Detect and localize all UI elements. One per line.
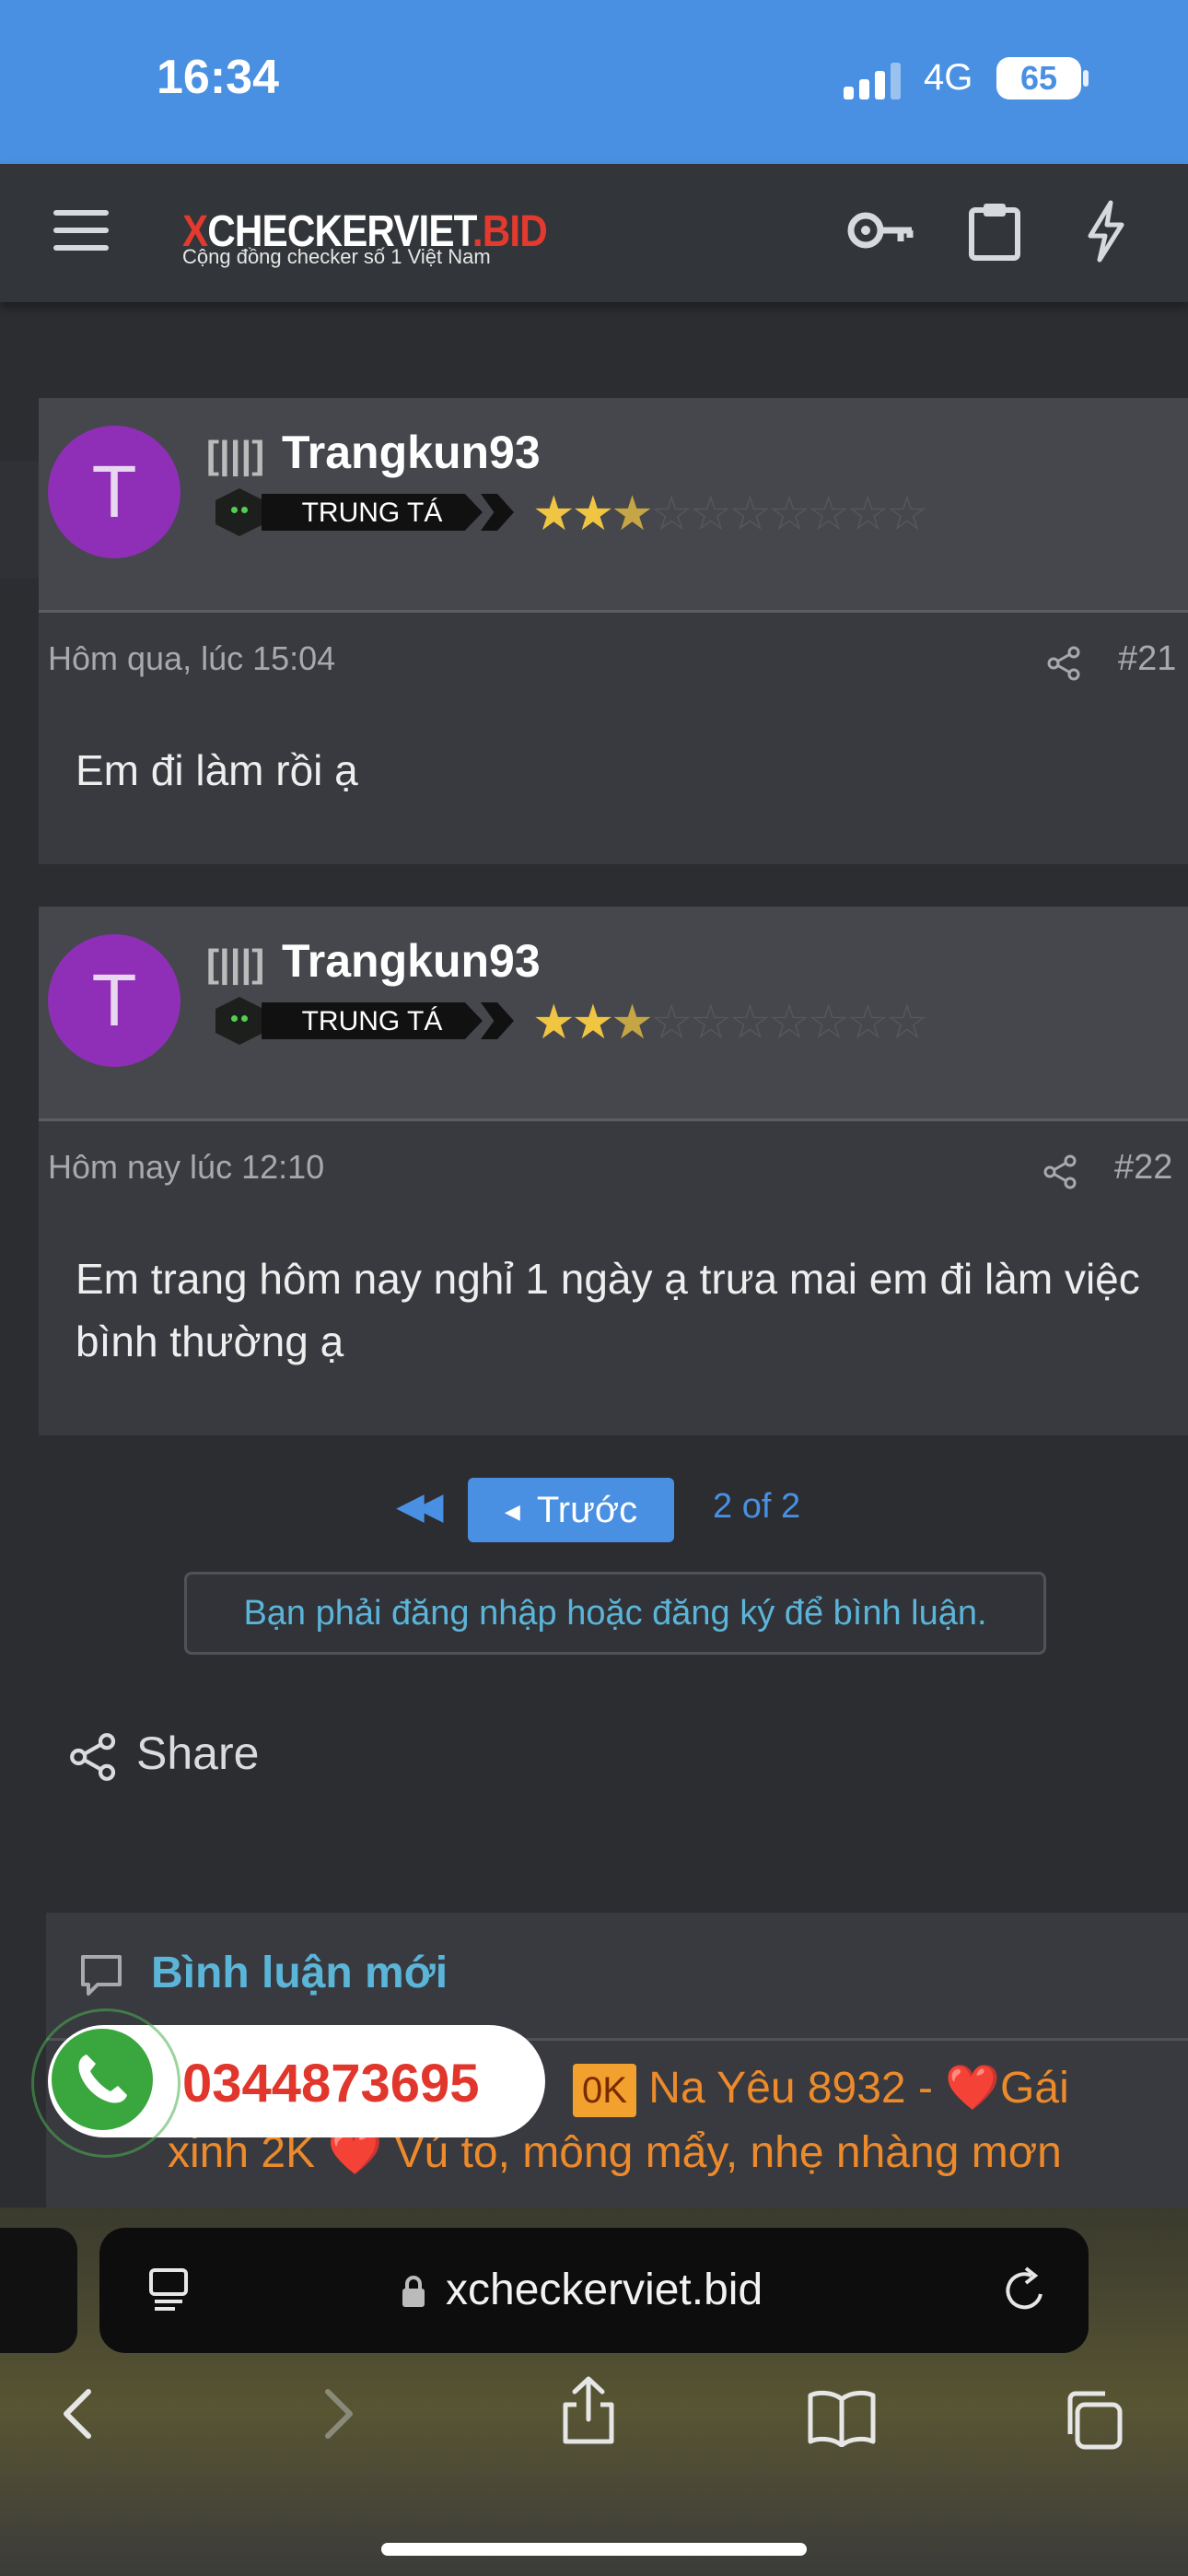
page-indicator[interactable]: 2 of 2	[713, 1487, 800, 1527]
post-22: T [|||] Trangkun93 TRUNG TÁ ★★★☆☆☆☆☆☆☆ H…	[39, 907, 1188, 1435]
post-number[interactable]: #22	[1114, 1148, 1172, 1188]
post-header: T [|||] Trangkun93 TRUNG TÁ ★★★☆☆☆☆☆☆☆	[39, 398, 1188, 613]
username[interactable]: Trangkun93	[282, 426, 541, 479]
post-body: Em trang hôm nay nghỉ 1 ngày ạ trưa mai …	[76, 1255, 1140, 1365]
share-icon[interactable]	[1042, 1153, 1079, 1190]
share-button[interactable]: Share	[68, 1727, 259, 1783]
post-header: T [|||] Trangkun93 TRUNG TÁ ★★★☆☆☆☆☆☆☆	[39, 907, 1188, 1121]
lock-icon	[402, 2276, 425, 2307]
home-indicator[interactable]	[381, 2543, 807, 2556]
username[interactable]: Trangkun93	[282, 934, 541, 988]
battery-level: 65	[996, 57, 1081, 100]
rank-label: TRUNG TÁ	[262, 494, 483, 531]
rank-label: TRUNG TÁ	[262, 1002, 483, 1039]
price-tag: 0K	[573, 2064, 636, 2118]
rank-emblem-icon	[215, 488, 263, 536]
bolt-icon[interactable]	[1085, 199, 1127, 263]
post-timestamp[interactable]: Hôm qua, lúc 15:04	[48, 639, 335, 678]
rank-emblem-icon	[215, 997, 263, 1045]
url-text[interactable]: xcheckerviet.bid	[446, 2265, 763, 2315]
rating-stars: ★★★☆☆☆☆☆☆☆	[532, 487, 928, 541]
reload-icon[interactable]	[1000, 2263, 1052, 2318]
rank-badge: TRUNG TÁ	[215, 997, 525, 1045]
user-banner-icon: [|||]	[206, 433, 265, 476]
prev-tab-preview[interactable]	[0, 2228, 77, 2353]
first-page-icon[interactable]: ◀◀	[396, 1485, 443, 1528]
tabs-icon[interactable]	[1059, 2386, 1125, 2453]
share-sheet-icon[interactable]	[556, 2373, 621, 2447]
signal-icon	[844, 63, 901, 100]
new-comments-header: Bình luận mới	[46, 1913, 1188, 2041]
battery-tip	[1083, 70, 1089, 87]
new-comments-title[interactable]: Bình luận mới	[151, 1948, 448, 1998]
share-icon	[70, 1732, 116, 1781]
share-icon[interactable]	[1046, 645, 1083, 682]
rank-badge: TRUNG TÁ	[215, 488, 525, 536]
prev-page-button[interactable]: ◀ Trước	[468, 1478, 674, 1542]
login-notice[interactable]: Bạn phải đăng nhập hoặc đăng ký để bình …	[184, 1572, 1046, 1655]
avatar[interactable]: T	[48, 426, 181, 558]
rating-stars: ★★★☆☆☆☆☆☆☆	[532, 996, 928, 1049]
bookmarks-icon[interactable]	[805, 2388, 879, 2447]
hamburger-menu-icon[interactable]	[53, 210, 109, 251]
heart-icon: ❤️	[945, 2064, 1001, 2113]
user-banner-icon: [|||]	[206, 942, 265, 985]
network-type: 4G	[924, 57, 973, 98]
reader-icon[interactable]	[146, 2265, 192, 2316]
phone-number[interactable]: 0344873695	[182, 2053, 480, 2114]
post-timestamp[interactable]: Hôm nay lúc 12:10	[48, 1148, 324, 1187]
caret-left-icon: ◀	[504, 1500, 520, 1524]
rank-chevron-icon	[481, 1002, 514, 1039]
page-edge	[0, 461, 39, 579]
key-icon[interactable]	[845, 205, 917, 256]
post-21: T [|||] Trangkun93 TRUNG TÁ ★★★☆☆☆☆☆☆☆ H…	[39, 398, 1188, 864]
rank-chevron-icon	[481, 494, 514, 531]
comment-icon	[81, 1955, 122, 1996]
back-icon[interactable]	[57, 2384, 98, 2443]
post-number[interactable]: #21	[1118, 639, 1176, 679]
clipboard-icon[interactable]	[967, 201, 1022, 262]
status-time: 16:34	[157, 51, 279, 104]
forward-icon[interactable]	[319, 2384, 359, 2443]
site-tagline: Cộng đồng checker số 1 Việt Nam	[182, 245, 491, 268]
post-body: Em đi làm rồi ạ	[76, 746, 358, 794]
avatar[interactable]: T	[48, 934, 181, 1067]
phone-icon[interactable]	[52, 2029, 153, 2130]
